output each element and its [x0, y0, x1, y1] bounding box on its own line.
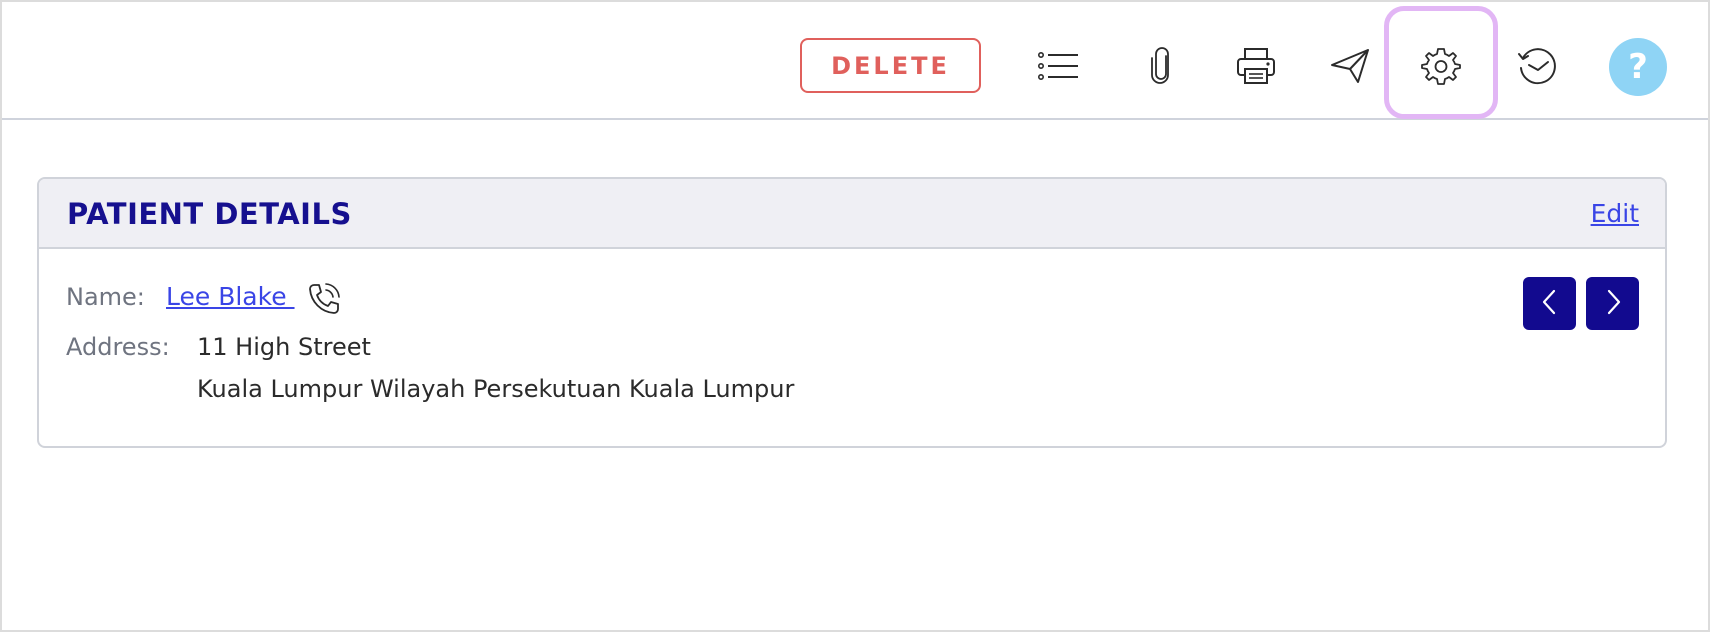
paperclip-icon: [1151, 47, 1173, 85]
address-label: Address:: [66, 333, 170, 361]
list-icon: [1038, 51, 1080, 81]
attach-button[interactable]: [1128, 32, 1196, 100]
gear-icon: [1421, 46, 1461, 86]
card-header: PATIENT DETAILS Edit: [39, 179, 1665, 249]
list-button[interactable]: [1025, 32, 1093, 100]
card-title: PATIENT DETAILS: [67, 197, 352, 231]
edit-link[interactable]: Edit: [1591, 199, 1639, 228]
address-line-2: Kuala Lumpur Wilayah Persekutuan Kuala L…: [197, 375, 795, 403]
next-button[interactable]: [1586, 277, 1639, 330]
clock-history-icon: [1517, 46, 1559, 86]
history-button[interactable]: [1504, 32, 1572, 100]
chevron-left-icon: [1540, 289, 1560, 319]
app-window: DELETE ? PATIENT DETAILS Edit Name: Lee …: [0, 0, 1710, 632]
send-button[interactable]: [1316, 32, 1384, 100]
help-icon: ?: [1628, 47, 1648, 87]
help-button[interactable]: ?: [1609, 38, 1667, 96]
patient-name-link[interactable]: Lee Blake: [166, 282, 295, 311]
delete-button[interactable]: DELETE: [800, 38, 981, 93]
toolbar: DELETE ?: [2, 2, 1708, 120]
name-label: Name:: [66, 283, 145, 311]
patient-details-card: PATIENT DETAILS Edit Name: Lee Blake Add…: [37, 177, 1667, 448]
phone-call-icon[interactable]: [306, 281, 342, 317]
printer-icon: [1236, 47, 1276, 85]
settings-button[interactable]: [1407, 32, 1475, 100]
chevron-right-icon: [1603, 289, 1623, 319]
previous-button[interactable]: [1523, 277, 1576, 330]
print-button[interactable]: [1222, 32, 1290, 100]
paper-plane-icon: [1330, 48, 1370, 84]
address-line-1: 11 High Street: [197, 333, 371, 361]
